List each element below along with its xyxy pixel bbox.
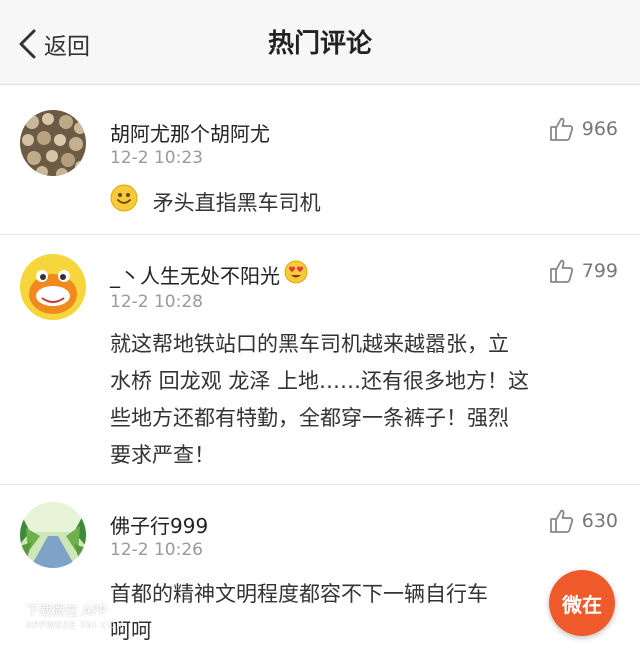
like-button[interactable]: 630 bbox=[548, 508, 618, 534]
comment-text: 就这帮地铁站口的黑车司机越来越嚣张，立 水桥 回龙观 龙泽 上地……还有很多地方… bbox=[110, 326, 610, 474]
comment-text-line: 些地方还都有特勤，全都穿一条裤子！强烈 bbox=[110, 406, 509, 430]
heart-eyes-emoji-icon bbox=[284, 260, 308, 289]
comment-text-line: 要求严查！ bbox=[110, 443, 215, 467]
like-button[interactable]: 799 bbox=[548, 258, 618, 284]
comment-text-line: 首都的精神文明程度都容不下一辆自行车 bbox=[110, 582, 488, 606]
comment-item: _丶人生无处不阳光 12-2 10:28 799 就这帮地铁站口的黑车司机越来越… bbox=[0, 236, 640, 485]
comment-author[interactable]: _丶人生无处不阳光 bbox=[110, 260, 308, 289]
comment-time: 12-2 10:26 bbox=[110, 540, 203, 560]
comment-text-line: 水桥 回龙观 龙泽 上地……还有很多地方！这 bbox=[110, 369, 530, 393]
watermark-line2: APPWEZE TAI.COM bbox=[26, 621, 125, 631]
thumbs-up-icon bbox=[548, 508, 574, 534]
like-button[interactable]: 966 bbox=[548, 116, 618, 142]
page-title: 热门评论 bbox=[267, 29, 372, 59]
like-count: 966 bbox=[581, 118, 618, 140]
comment-text: 矛头直指黑车司机 bbox=[110, 184, 610, 224]
comment-time: 12-2 10:28 bbox=[110, 292, 203, 312]
like-count: 799 bbox=[581, 260, 618, 282]
comment-author[interactable]: 佛子行999 bbox=[110, 510, 208, 539]
watermark-line1: 下载微在 APP bbox=[26, 604, 107, 619]
avatar[interactable] bbox=[20, 110, 86, 176]
comment-author-name: _丶人生无处不阳光 bbox=[110, 264, 280, 288]
comment-time: 12-2 10:23 bbox=[110, 148, 203, 168]
nav-bar: 返回 热门评论 bbox=[0, 0, 640, 85]
smiley-emoji-icon bbox=[110, 184, 138, 224]
comment-text-line: 就这帮地铁站口的黑车司机越来越嚣张，立 bbox=[110, 332, 509, 356]
comment-item: 胡阿尤那个胡阿尤 12-2 10:23 966 矛头直指黑车司机 bbox=[0, 86, 640, 235]
avatar[interactable] bbox=[20, 254, 86, 320]
comment-author[interactable]: 胡阿尤那个胡阿尤 bbox=[110, 118, 270, 147]
watermark: 下载微在 APP APPWEZE TAI.COM bbox=[26, 604, 125, 634]
comment-text-line: 呵呵 bbox=[110, 619, 152, 643]
thumbs-up-icon bbox=[548, 258, 574, 284]
like-count: 630 bbox=[581, 510, 618, 532]
comment-text-body: 矛头直指黑车司机 bbox=[152, 191, 321, 215]
weizai-fab-button[interactable]: 微在 bbox=[549, 570, 615, 636]
thumbs-up-icon bbox=[548, 116, 574, 142]
comment-text: 首都的精神文明程度都容不下一辆自行车 呵呵 bbox=[110, 576, 610, 650]
avatar[interactable] bbox=[20, 502, 86, 568]
